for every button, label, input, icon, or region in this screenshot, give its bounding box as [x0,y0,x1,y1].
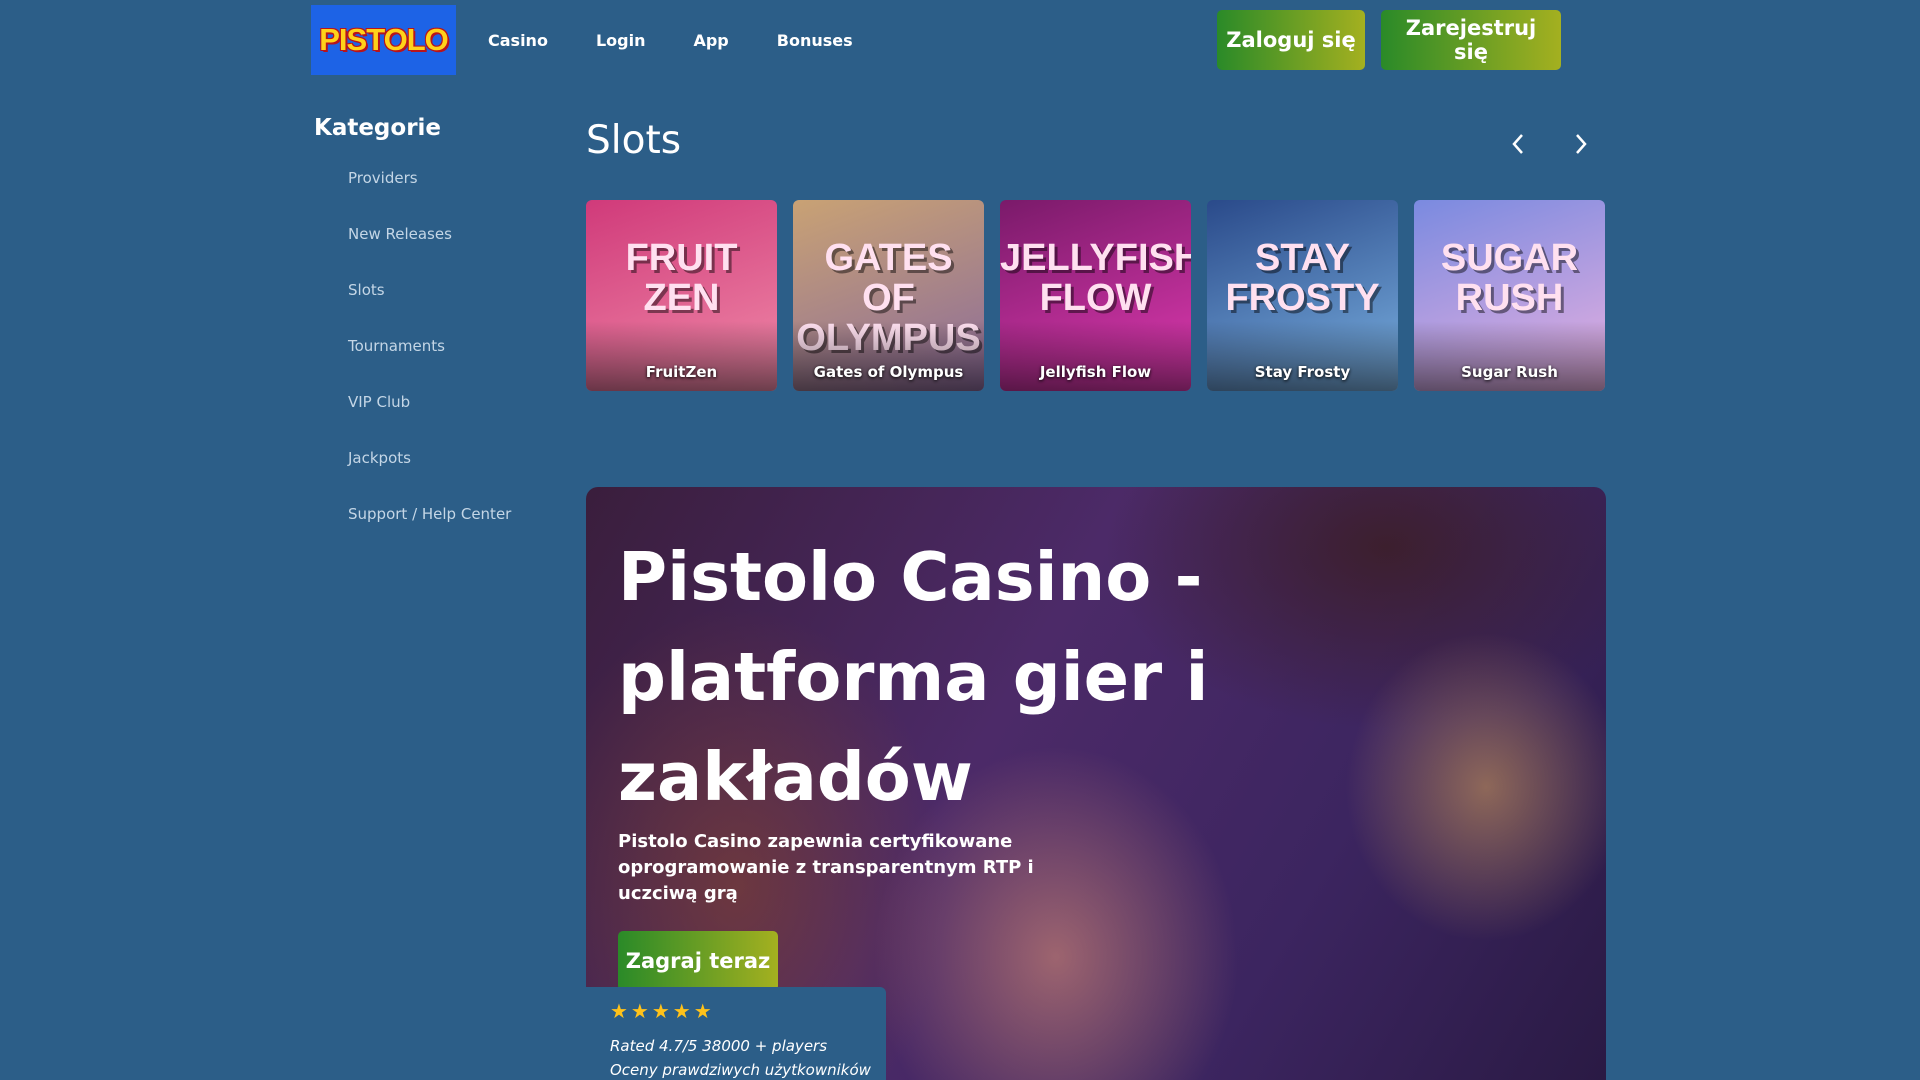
game-name: Sugar Rush [1461,363,1558,381]
nav-app[interactable]: App [693,31,728,50]
rating-note: Oceny prawdziwych użytkowników [610,1061,871,1079]
sidebar-item-vip-club[interactable]: VIP Club [348,385,511,441]
game-name: Gates of Olympus [813,363,964,381]
hero-subtitle: Pistolo Casino zapewnia certyfikowane op… [618,831,1034,904]
chevron-left-icon[interactable] [1500,124,1536,164]
logo-text: PISTOLO [319,22,449,57]
nav-bonuses[interactable]: Bonuses [777,31,853,50]
star-rating-icon: ★★★★★ [610,999,715,1023]
nav-casino[interactable]: Casino [488,31,548,50]
slot-card[interactable]: GATES OF OLYMPUSGates of Olympus [793,200,984,391]
sidebar-item-new-releases[interactable]: New Releases [348,217,511,273]
sidebar-item-providers[interactable]: Providers [348,161,511,217]
game-art-title: SUGAR RUSH [1440,237,1579,319]
play-now-button[interactable]: Zagraj teraz [618,931,778,991]
sidebar-item-tournaments[interactable]: Tournaments [348,329,511,385]
slots-carousel: FRUIT ZEN FruitZen GATES OF OLYMPUSGates o… [586,200,1605,391]
rating-box: ★★★★★ Rated 4.7/5 38000 + players Oceny … [586,987,886,1080]
slot-card[interactable]: JELLYFISH FLOW Jellyfish Flow [1000,200,1191,391]
game-name: FruitZen [645,363,718,381]
sidebar-item-support[interactable]: Support / Help Center [348,497,511,553]
hero-title: Pistolo Casino - platforma gier i zakład… [618,538,1209,816]
register-button[interactable]: Zarejestruj się [1381,10,1561,70]
login-button[interactable]: Zaloguj się [1217,10,1365,70]
categories-title: Kategorie [314,115,442,141]
main-nav: Casino Login App Bonuses [488,0,853,80]
pistolo-logo[interactable]: PISTOLO [311,5,456,75]
game-name: Jellyfish Flow [1039,363,1152,381]
nav-login[interactable]: Login [596,31,646,50]
sidebar-item-jackpots[interactable]: Jackpots [348,441,511,497]
category-list: Providers New Releases Slots Tournaments… [348,161,511,553]
game-art-title: STAY FROSTY [1225,237,1380,319]
slots-title: Slots [586,118,682,163]
chevron-right-icon[interactable] [1563,124,1599,164]
slot-card[interactable]: SUGAR RUSH Sugar Rush [1414,200,1605,391]
game-art-title: FRUIT ZEN [625,237,738,319]
rating-score: Rated 4.7/5 38000 + players [610,1037,828,1055]
sidebar-item-slots[interactable]: Slots [348,273,511,329]
game-name: Stay Frosty [1254,363,1351,381]
slot-card[interactable]: STAY FROSTY Stay Frosty [1207,200,1398,391]
slot-card[interactable]: FRUIT ZEN FruitZen [586,200,777,391]
game-art-title: JELLYFISH FLOW [1000,237,1191,319]
